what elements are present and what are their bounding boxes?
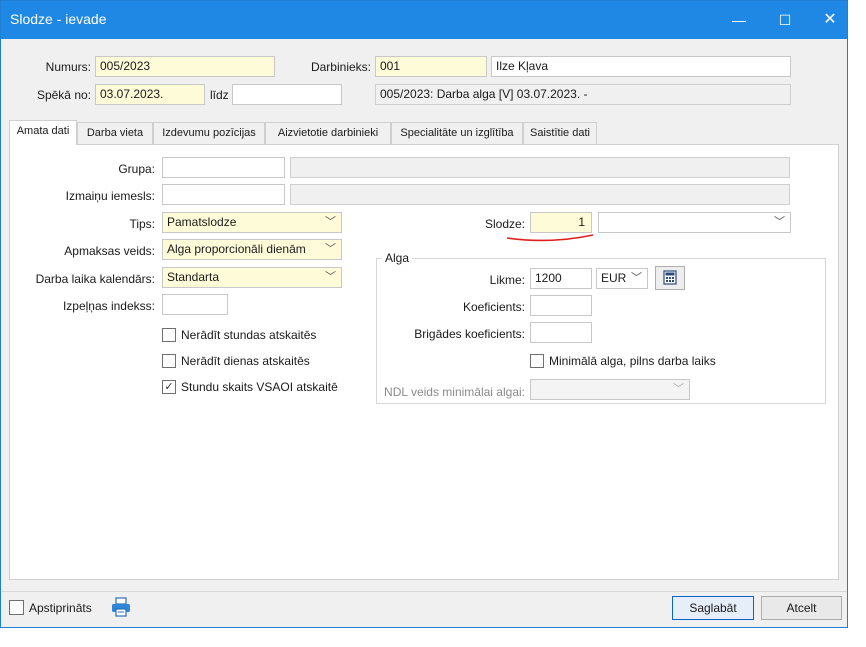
tab-saistitie-dati[interactable]: Saistītie dati	[523, 122, 597, 144]
tips-label: Tips:	[129, 217, 155, 231]
nerādit-stundas-label: Nerādīt stundas atskaitēs	[181, 328, 317, 342]
print-button[interactable]	[109, 596, 133, 618]
chevron-down-icon[interactable]: ﹀	[631, 269, 642, 288]
stundu-skaits-vsaoi-checkbox[interactable]: ✓	[162, 380, 176, 394]
stundu-skaits-vsaoi-label: Stundu skaits VSAOI atskaitē	[181, 380, 338, 394]
nerādit-stundas-checkbox[interactable]	[162, 328, 176, 342]
izpelnas-indekss-input[interactable]	[162, 294, 228, 315]
tips-value: Pamatslodze	[167, 215, 237, 229]
izmainu-iemesls-input[interactable]	[162, 184, 285, 205]
title-bar[interactable]: Slodze - ievade — ☐ ✕	[1, 1, 847, 39]
cancel-button[interactable]: Atcelt	[761, 596, 842, 620]
chevron-down-icon[interactable]: ﹀	[325, 240, 336, 259]
annotation-underline	[506, 234, 594, 242]
maximize-button[interactable]: ☐	[762, 1, 808, 39]
checkmark-icon: ✓	[164, 381, 174, 393]
numurs-input[interactable]: 005/2023	[95, 56, 275, 77]
tips-select[interactable]: Pamatslodze ﹀	[162, 212, 342, 233]
speka-no-label: Spēkā no:	[36, 88, 91, 102]
apmaksas-veids-value: Alga proporcionāli dienām	[167, 242, 306, 256]
minimala-alga-label: Minimālā alga, pilns darba laiks	[549, 354, 716, 368]
izpelnas-indekss-label: Izpeļņas indekss:	[62, 299, 155, 313]
lidz-label: līdz	[210, 88, 229, 102]
apmaksas-veids-select[interactable]: Alga proporcionāli dienām ﹀	[162, 239, 342, 260]
save-button[interactable]: Saglabāt	[672, 596, 754, 620]
ndl-veids-select[interactable]: ﹀	[530, 379, 690, 400]
darba-laika-kalendars-select[interactable]: Standarta ﹀	[162, 267, 342, 288]
alga-group-title: Alga	[382, 251, 413, 265]
tab-darba-vieta[interactable]: Darba vieta	[77, 122, 153, 144]
window-title: Slodze - ievade	[10, 11, 107, 27]
close-button[interactable]: ✕	[807, 1, 853, 39]
grupa-input[interactable]	[162, 157, 285, 178]
izmainu-iemesls-label: Izmaiņu iemesls:	[65, 189, 155, 203]
darbinieks-label: Darbinieks:	[310, 60, 371, 74]
chevron-down-icon[interactable]: ﹀	[325, 213, 336, 232]
apstiprinats-checkbox[interactable]	[9, 600, 24, 615]
brigades-koeficients-label: Brigādes koeficients:	[414, 327, 525, 341]
minimize-button[interactable]: —	[716, 1, 762, 39]
currency-select[interactable]: EUR ﹀	[596, 268, 648, 289]
apmaksas-veids-label: Apmaksas veids:	[64, 244, 155, 258]
darba-laika-kalendars-value: Standarta	[167, 270, 220, 284]
printer-icon	[112, 597, 130, 617]
document-info-field: 005/2023: Darba alga [V] 03.07.2023. -	[375, 84, 791, 105]
darbinieks-code-input[interactable]: 001	[375, 56, 487, 77]
speka-no-input[interactable]: 03.07.2023.	[95, 84, 205, 105]
grupa-description-field	[290, 157, 790, 178]
koeficients-label: Koeficients:	[462, 300, 525, 314]
nerādit-dienas-label: Nerādīt dienas atskaitēs	[181, 354, 310, 368]
tab-izdevumu-pozicijas[interactable]: Izdevumu pozīcijas	[153, 122, 265, 144]
likme-input[interactable]: 1200	[530, 268, 592, 289]
lidz-input[interactable]	[232, 84, 342, 105]
darbinieks-name-field[interactable]: Ilze Kļava	[491, 56, 791, 77]
slodze-label: Slodze:	[484, 217, 525, 231]
koeficients-input[interactable]	[530, 295, 592, 316]
calculator-button[interactable]	[655, 266, 685, 290]
chevron-down-icon[interactable]: ﹀	[774, 213, 785, 232]
slodze-input[interactable]: 1	[530, 212, 592, 233]
calculator-icon	[663, 270, 677, 285]
ndl-veids-label: NDL veids minimālai algai:	[384, 385, 525, 399]
dialog-window: Slodze - ievade — ☐ ✕ Numurs: 005/2023 D…	[0, 0, 848, 628]
chevron-down-icon[interactable]: ﹀	[325, 268, 336, 287]
minimala-alga-checkbox[interactable]	[530, 354, 544, 368]
brigades-koeficients-input[interactable]	[530, 322, 592, 343]
izmainu-iemesls-description-field	[290, 184, 790, 205]
likme-label: Likme:	[489, 273, 525, 287]
tab-aizvietotie-darbinieki[interactable]: Aizvietotie darbinieki	[265, 122, 391, 144]
currency-value: EUR	[601, 271, 627, 285]
chevron-down-icon: ﹀	[673, 383, 684, 395]
numurs-label: Numurs:	[45, 60, 91, 74]
grupa-label: Grupa:	[118, 162, 155, 176]
apstiprinats-label: Apstiprināts	[29, 601, 92, 615]
nerādit-dienas-checkbox[interactable]	[162, 354, 176, 368]
slodze-extra-select[interactable]: ﹀	[598, 212, 791, 233]
tab-specialitate[interactable]: Specialitāte un izglītība	[391, 122, 523, 144]
tab-amata-dati[interactable]: Amata dati	[9, 120, 77, 145]
darba-laika-kalendars-label: Darba laika kalendārs:	[35, 272, 155, 286]
